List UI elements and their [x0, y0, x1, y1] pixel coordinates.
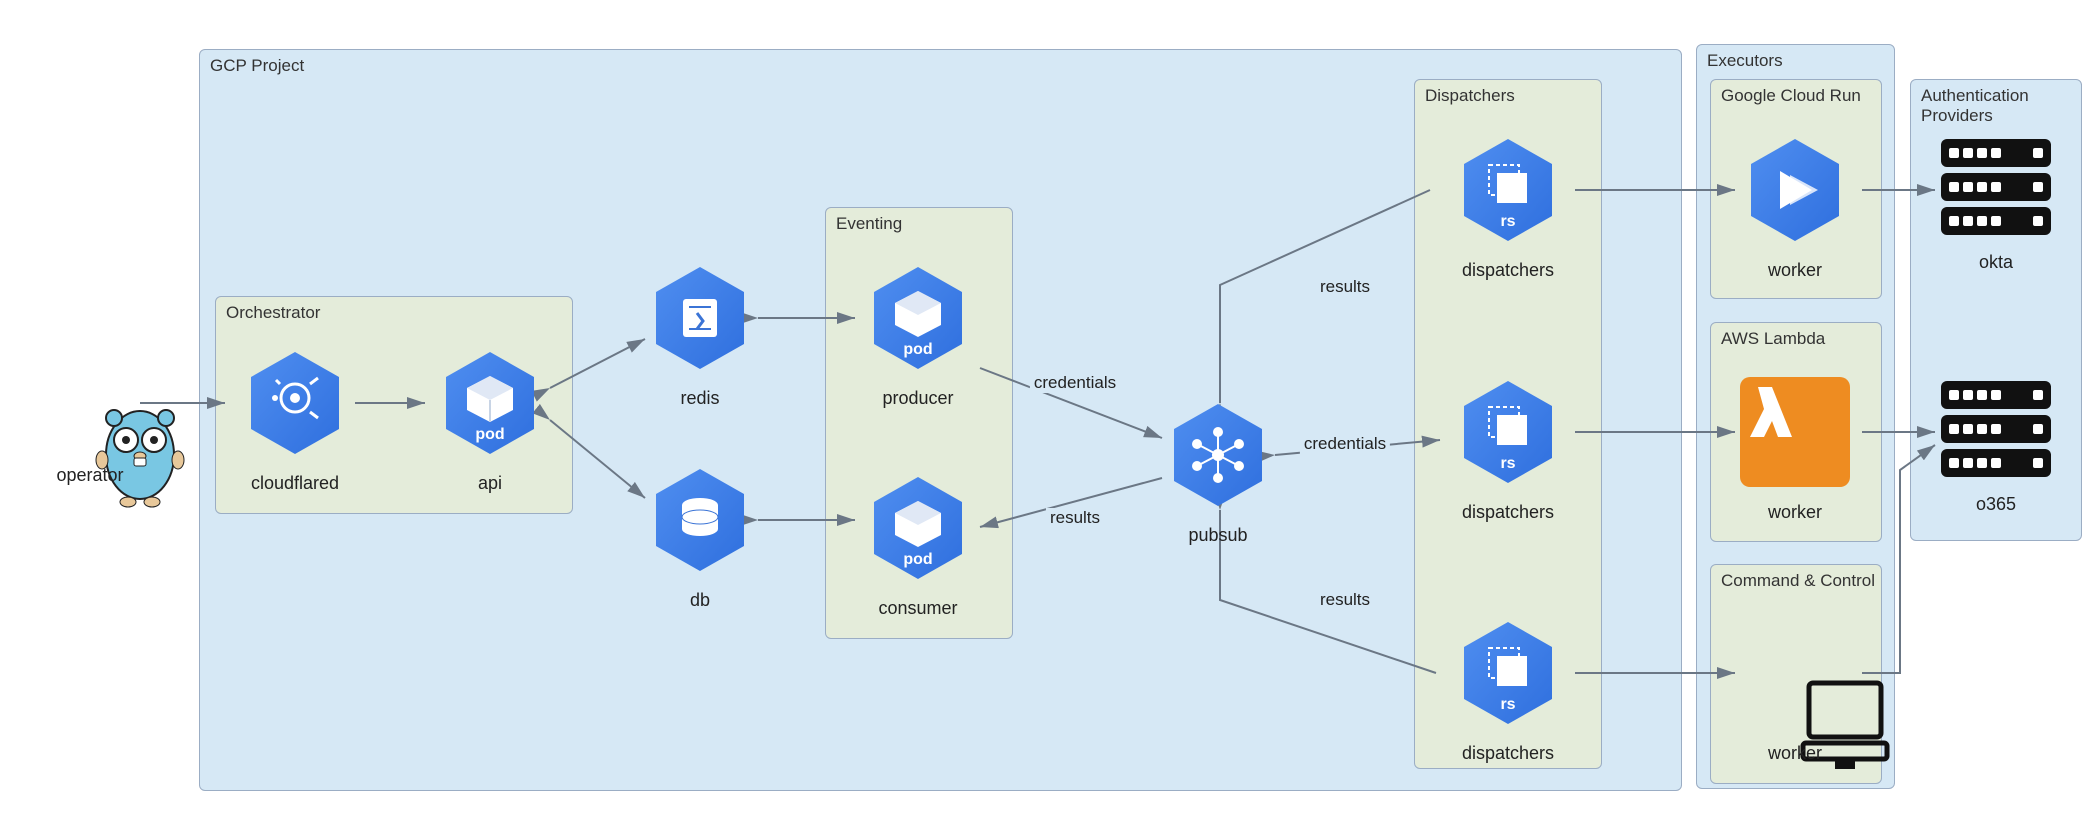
- label-dispatcher-1: dispatchers: [1462, 260, 1554, 281]
- label-okta: okta: [1979, 252, 2013, 273]
- label-consumer: consumer: [878, 598, 957, 619]
- pod-tag: pod: [475, 426, 504, 444]
- edge-label-results-3: results: [1316, 590, 1374, 610]
- node-pubsub: [1163, 400, 1273, 510]
- label-redis: redis: [680, 388, 719, 409]
- node-cloudflared: [240, 348, 350, 458]
- edge-label-results-1: results: [1046, 508, 1104, 528]
- rs-tag: rs: [1500, 455, 1515, 473]
- node-api: pod: [435, 348, 545, 458]
- node-dispatcher-1: rs: [1453, 135, 1563, 245]
- node-dispatcher-3: rs: [1453, 618, 1563, 728]
- label-dispatcher-3: dispatchers: [1462, 743, 1554, 764]
- label-producer: producer: [882, 388, 953, 409]
- edge-label-credentials-1: credentials: [1030, 373, 1120, 393]
- label-worker-gcr: worker: [1768, 260, 1822, 281]
- label-api: api: [478, 473, 502, 494]
- edge-label-credentials-2: credentials: [1300, 434, 1390, 454]
- label-o365: o365: [1976, 494, 2016, 515]
- label-cloudflared: cloudflared: [251, 473, 339, 494]
- node-o365: [1941, 381, 2051, 483]
- label-dispatcher-2: dispatchers: [1462, 502, 1554, 523]
- node-producer: pod: [863, 263, 973, 373]
- node-worker-lambda: [1740, 377, 1850, 487]
- diagram-canvas: GCP Project Orchestrator Eventing Dispat…: [0, 0, 2093, 838]
- rs-tag: rs: [1500, 696, 1515, 714]
- label-db: db: [690, 590, 710, 611]
- pod-tag: pod: [903, 551, 932, 569]
- node-db: [645, 465, 755, 575]
- rs-tag: rs: [1500, 213, 1515, 231]
- node-okta: [1941, 139, 2051, 241]
- label-worker-lambda: worker: [1768, 502, 1822, 523]
- node-consumer: pod: [863, 473, 973, 583]
- pod-tag: pod: [903, 341, 932, 359]
- node-redis: [645, 263, 755, 373]
- node-worker-gcr: [1740, 135, 1850, 245]
- node-dispatcher-2: rs: [1453, 377, 1563, 487]
- label-pubsub: pubsub: [1188, 525, 1247, 546]
- edge-label-results-2: results: [1316, 277, 1374, 297]
- label-operator: operator: [56, 465, 123, 486]
- label-worker-cc: worker: [1768, 743, 1822, 764]
